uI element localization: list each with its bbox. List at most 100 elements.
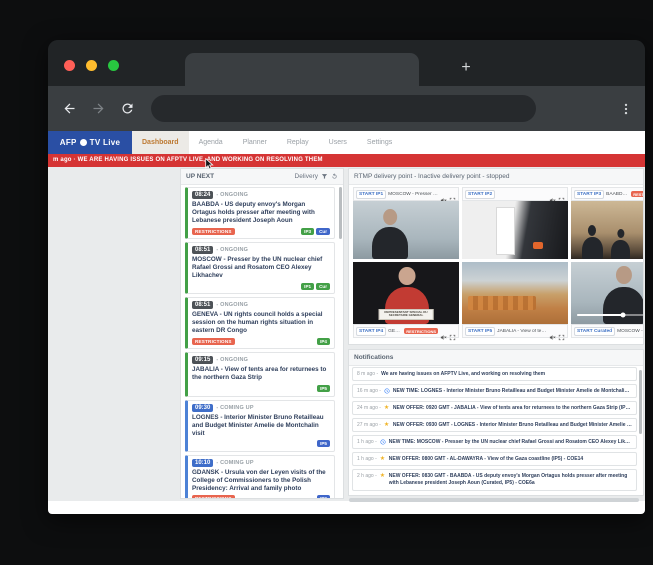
upnext-card[interactable]: 08:51 - ONGOING GENEVA - UN rights counc… bbox=[185, 297, 335, 349]
mute-icon[interactable] bbox=[440, 191, 447, 198]
notification-time: 24 m ago - bbox=[357, 405, 381, 411]
event-time: 08:51 bbox=[192, 301, 213, 309]
notifications-scrollbar[interactable] bbox=[639, 370, 642, 434]
video-preview-moscow-curated[interactable] bbox=[571, 262, 643, 324]
event-title: GDANSK - Ursula von der Leyen visits of … bbox=[192, 469, 330, 493]
fullscreen-icon[interactable] bbox=[558, 328, 565, 335]
notification-item[interactable]: 1 h ago - NEW TIME: MOSCOW - Presser by … bbox=[352, 435, 637, 449]
start-curated-button[interactable]: START Curated bbox=[574, 327, 615, 336]
video-preview-jabalia[interactable] bbox=[462, 262, 568, 324]
notification-time: 1 h ago - bbox=[357, 439, 377, 445]
upnext-scrollbar[interactable] bbox=[339, 187, 342, 239]
start-ip2-button[interactable]: START IP2 bbox=[465, 190, 495, 199]
url-bar[interactable] bbox=[151, 95, 536, 122]
new-tab-button[interactable]: + bbox=[456, 58, 476, 78]
star-icon: ★ bbox=[384, 405, 390, 411]
event-time: 09:15 bbox=[192, 356, 213, 364]
window-minimize-button[interactable] bbox=[86, 60, 97, 71]
nav-item-users[interactable]: Users bbox=[319, 131, 357, 154]
notifications-list[interactable]: 8 m ago - We are having issues on AFPTV … bbox=[352, 367, 637, 495]
notification-time: 27 m ago - bbox=[357, 422, 381, 428]
nav-item-settings[interactable]: Settings bbox=[357, 131, 402, 154]
rtmp-tile-curated: START Curated MOSCOW - Press... bbox=[571, 262, 643, 338]
reload-icon[interactable] bbox=[120, 101, 135, 116]
upnext-card[interactable]: 08:24 - ONGOING BAABDA - US deputy envoy… bbox=[185, 187, 335, 239]
afp-tv-live-logo[interactable]: AFP TV Live bbox=[48, 131, 132, 154]
rtmp-tile-ip3: START IP3 BAABDA - US deputy en... RESTR… bbox=[571, 187, 643, 259]
notification-item[interactable]: 27 m ago - ★ NEW OFFER: 0930 GMT - LOGNE… bbox=[352, 418, 637, 432]
start-ip4-button[interactable]: START IP4 bbox=[356, 327, 386, 336]
star-icon: ★ bbox=[384, 422, 390, 428]
start-ip5-button[interactable]: START IP5 bbox=[465, 327, 495, 336]
upnext-list[interactable]: 08:24 - ONGOING BAABDA - US deputy envoy… bbox=[181, 184, 338, 498]
delivery-filter-label[interactable]: Delivery bbox=[295, 173, 318, 180]
notification-item[interactable]: 2 h ago - ★ NEW OFFER: 0830 GMT - BAABDA… bbox=[352, 469, 637, 491]
notification-item[interactable]: 24 m ago - ★ NEW OFFER: 0920 GMT - JABAL… bbox=[352, 401, 637, 415]
back-icon[interactable] bbox=[62, 101, 77, 116]
notification-text: NEW OFFER: 0800 GMT - AL-DAWAYRA - View … bbox=[389, 456, 632, 462]
delivery-chip: Cur bbox=[316, 283, 330, 290]
nav-item-agenda[interactable]: Agenda bbox=[189, 131, 233, 154]
tile-label: JABALIA - View of tents ... bbox=[497, 329, 547, 334]
video-preview-moscow[interactable] bbox=[353, 201, 459, 259]
star-icon: ★ bbox=[380, 456, 386, 462]
notifications-header: Notifications bbox=[349, 350, 643, 366]
upnext-title: UP NEXT bbox=[186, 173, 214, 180]
notification-time: 8 m ago - bbox=[357, 371, 378, 377]
video-preview-room[interactable] bbox=[462, 201, 568, 259]
seek-bar[interactable] bbox=[577, 314, 643, 317]
logo-tvlive-text: TV Live bbox=[90, 138, 121, 147]
nav-item-dashboard[interactable]: Dashboard bbox=[132, 131, 189, 154]
event-time: 08:24 bbox=[192, 191, 213, 199]
issue-alert-banner: m ago · WE ARE HAVING ISSUES ON AFPTV LI… bbox=[48, 154, 645, 167]
upnext-card[interactable]: 08:51 - ONGOING MOSCOW - Presser by the … bbox=[185, 242, 335, 294]
mute-icon[interactable] bbox=[440, 328, 447, 335]
restrictions-badge: RESTRICTIONS bbox=[631, 191, 643, 197]
fullscreen-icon[interactable] bbox=[449, 328, 456, 335]
delivery-chip: IP3 bbox=[301, 228, 314, 235]
refresh-icon[interactable] bbox=[331, 173, 338, 180]
restrictions-badge: RESTRICTIONS bbox=[192, 495, 235, 498]
window-close-button[interactable] bbox=[64, 60, 75, 71]
notification-text: NEW TIME: LOGNES - Interior Minister Bru… bbox=[393, 388, 632, 394]
speaker-nameplate: REPRESENTANT SPECIAL DU SECRETAIRE GENER… bbox=[379, 309, 434, 321]
tile-label: BAABDA - US deputy en... bbox=[606, 192, 629, 197]
rtmp-panel: RTMP delivery point - Inactive delivery … bbox=[348, 168, 644, 345]
start-ip1-button[interactable]: START IP1 bbox=[356, 190, 386, 199]
event-status: - ONGOING bbox=[216, 357, 248, 363]
rtmp-tile-ip1: START IP1 MOSCOW - Presser by t... bbox=[353, 187, 459, 259]
rtmp-header: RTMP delivery point - Inactive delivery … bbox=[349, 169, 643, 185]
notification-text: NEW OFFER: 0830 GMT - BAABDA - US deputy… bbox=[389, 473, 632, 487]
funnel-icon[interactable] bbox=[321, 173, 328, 180]
mute-icon[interactable] bbox=[549, 191, 556, 198]
nav-item-planner[interactable]: Planner bbox=[233, 131, 277, 154]
afp-globe-icon bbox=[80, 139, 87, 146]
nav-item-replay[interactable]: Replay bbox=[277, 131, 319, 154]
clock-icon bbox=[384, 388, 390, 394]
notification-item[interactable]: 1 h ago - ★ NEW OFFER: 0800 GMT - AL-DAW… bbox=[352, 452, 637, 466]
rtmp-title: RTMP delivery point - Inactive delivery … bbox=[354, 173, 509, 180]
afptv-app: AFP TV Live Dashboard Agenda Planner Rep… bbox=[48, 131, 645, 514]
notification-item[interactable]: 16 m ago - NEW TIME: LOGNES - Interior M… bbox=[352, 384, 637, 398]
tile-label: MOSCOW - Press... bbox=[617, 329, 643, 334]
window-zoom-button[interactable] bbox=[108, 60, 119, 71]
fullscreen-icon[interactable] bbox=[449, 191, 456, 198]
notification-item[interactable]: 8 m ago - We are having issues on AFPTV … bbox=[352, 367, 637, 381]
upnext-card[interactable]: 10:10 - COMING UP GDANSK - Ursula von de… bbox=[185, 455, 335, 498]
star-icon: ★ bbox=[380, 473, 386, 479]
upnext-card[interactable]: 09:15 - ONGOING JABALIA - View of tents … bbox=[185, 352, 335, 396]
browser-tab[interactable] bbox=[185, 53, 419, 86]
event-title: BAABDA - US deputy envoy's Morgan Ortagu… bbox=[192, 201, 330, 225]
kebab-menu-icon[interactable] bbox=[619, 102, 633, 116]
logo-afp-text: AFP bbox=[60, 138, 77, 147]
horizontal-scrollbar[interactable] bbox=[349, 498, 639, 502]
event-status: - COMING UP bbox=[216, 460, 253, 466]
video-preview-geneva[interactable]: REPRESENTANT SPECIAL DU SECRETAIRE GENER… bbox=[353, 262, 459, 324]
video-preview-baabda[interactable] bbox=[571, 201, 643, 259]
fullscreen-icon[interactable] bbox=[558, 191, 565, 198]
forward-icon[interactable] bbox=[91, 101, 106, 116]
mute-icon[interactable] bbox=[549, 328, 556, 335]
upnext-card[interactable]: 09:30 - COMING UP LOGNES - Interior Mini… bbox=[185, 400, 335, 452]
start-ip3-button[interactable]: START IP3 bbox=[574, 190, 604, 199]
main-nav: Dashboard Agenda Planner Replay Users Se… bbox=[132, 131, 402, 154]
